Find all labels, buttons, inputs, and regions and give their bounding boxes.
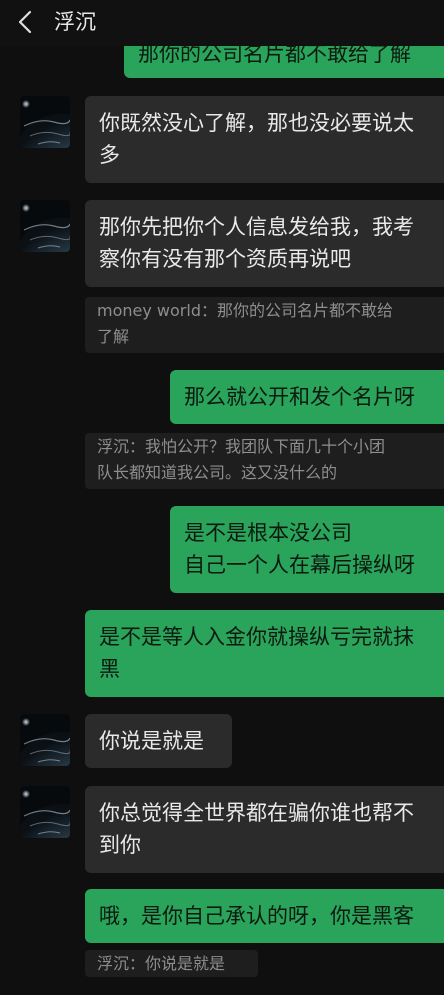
chevron-left-icon[interactable] xyxy=(12,8,40,36)
message-text: 黑 xyxy=(99,657,120,681)
message-bubble-incoming[interactable]: 你说是就是 xyxy=(85,714,232,768)
message-text: 那么就公开和发个名片呀 xyxy=(184,385,415,409)
message-text: 你说是就是 xyxy=(99,729,204,753)
quoted-reply[interactable]: money world：那你的公司名片都不敢给 了解 xyxy=(85,297,444,353)
message-text: 是不是根本没公司 xyxy=(184,521,352,545)
message-bubble-incoming[interactable]: 你既然没心了解，那也没必要说太 多 xyxy=(85,96,444,183)
message-bubble-outgoing[interactable]: 那么就公开和发个名片呀 xyxy=(170,370,444,424)
quoted-reply[interactable]: 浮沉：你说是就是 xyxy=(85,950,258,977)
message-bubble-outgoing[interactable]: 是不是根本没公司 自己一个人在幕后操纵呀 xyxy=(170,506,444,593)
quote-text: money world：那你的公司名片都不敢给 xyxy=(97,301,393,320)
quote-text: 了解 xyxy=(97,327,130,346)
message-bubble-incoming[interactable]: 你总觉得全世界都在骗你谁也帮不 到你 xyxy=(85,786,444,873)
message-text: 你既然没心了解，那也没必要说太 xyxy=(99,111,414,135)
message-text: 自己一个人在幕后操纵呀 xyxy=(184,553,415,577)
avatar[interactable] xyxy=(20,786,70,838)
avatar[interactable] xyxy=(20,200,70,252)
message-bubble-outgoing[interactable]: 哦，是你自己承认的呀，你是黑客 xyxy=(85,889,444,943)
quote-text: 队长都知道我公司。这又没什么的 xyxy=(97,463,338,482)
message-bubble-incoming[interactable]: 那你先把你个人信息发给我，我考 察你有没有那个资质再说吧 xyxy=(85,200,444,287)
message-text: 是不是等人入金你就操纵亏完就抹 xyxy=(99,625,414,649)
avatar[interactable] xyxy=(20,96,70,148)
quoted-reply[interactable]: 浮沉：我怕公开？我团队下面几十个小团 队长都知道我公司。这又没什么的 xyxy=(85,433,444,489)
message-bubble-outgoing[interactable]: 是不是等人入金你就操纵亏完就抹 黑 xyxy=(85,610,444,697)
chat-header: 浮沉 xyxy=(0,0,444,46)
message-text: 你总觉得全世界都在骗你谁也帮不 xyxy=(99,801,414,825)
quote-text: 浮沉：你说是就是 xyxy=(97,954,226,973)
message-text: 多 xyxy=(99,143,120,167)
quote-text: 浮沉：我怕公开？我团队下面几十个小团 xyxy=(97,437,386,456)
message-text: 那你先把你个人信息发给我，我考 xyxy=(99,215,414,239)
message-text: 察你有没有那个资质再说吧 xyxy=(99,247,351,271)
avatar[interactable] xyxy=(20,714,70,766)
message-text: 到你 xyxy=(99,833,141,857)
chat-title: 浮沉 xyxy=(54,10,96,34)
message-text: 哦，是你自己承认的呀，你是黑客 xyxy=(99,904,414,928)
